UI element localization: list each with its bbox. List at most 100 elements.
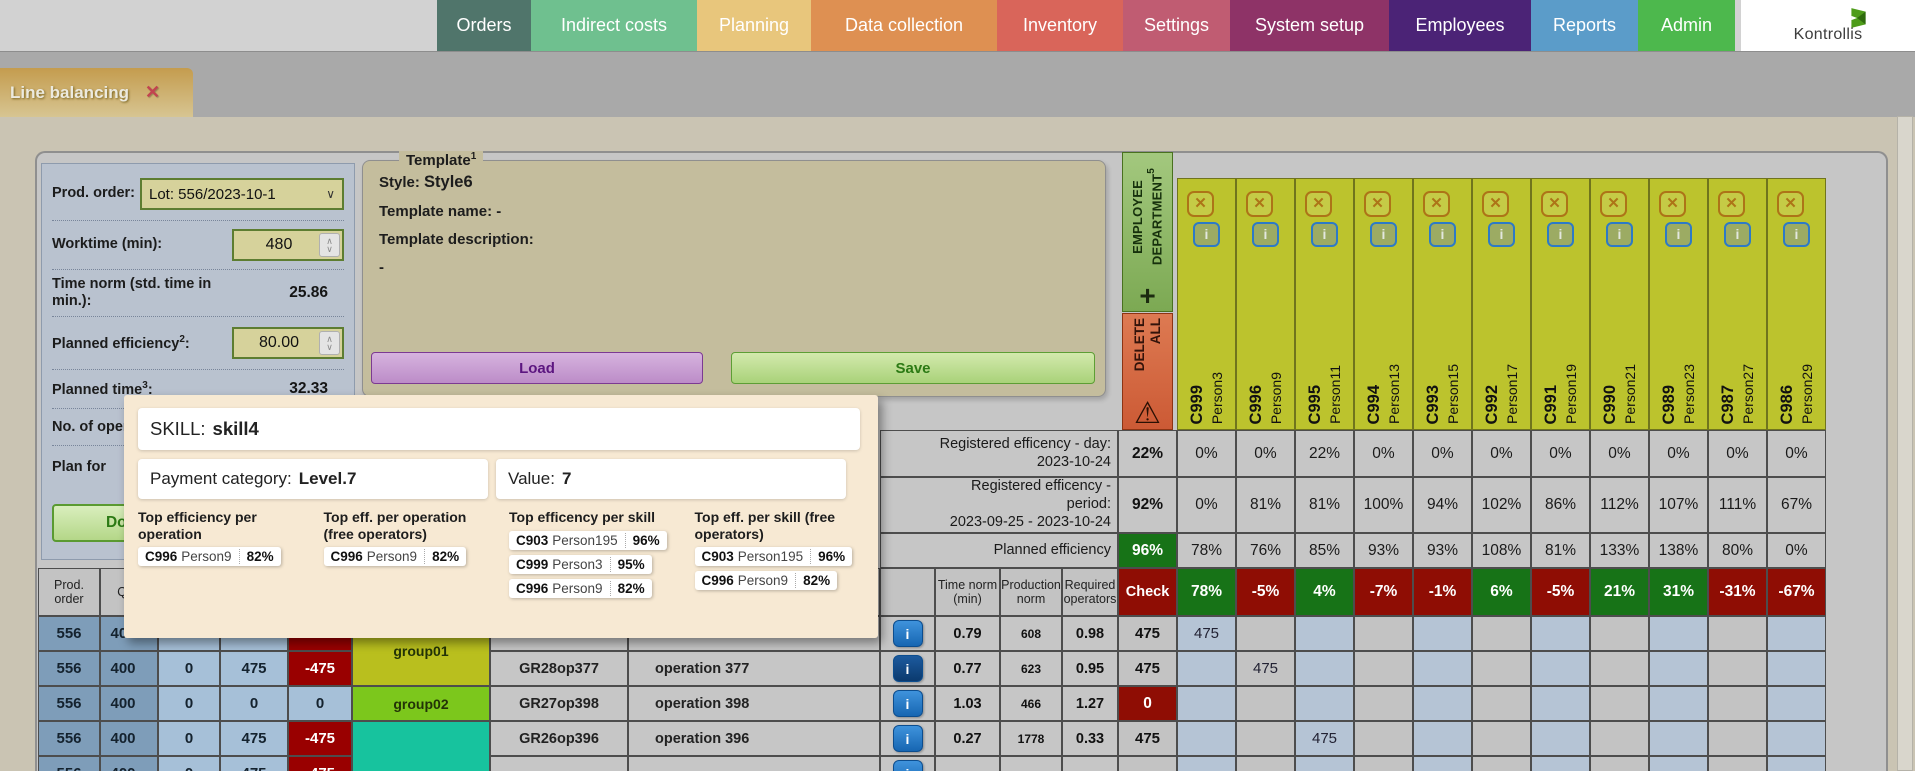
operation-info-button[interactable]: i: [892, 655, 923, 682]
nav-tab-system-setup[interactable]: System setup: [1230, 0, 1389, 51]
nav-tab-orders[interactable]: Orders: [437, 0, 531, 51]
assignment-cell[interactable]: [1354, 721, 1413, 756]
assignment-cell[interactable]: [1354, 651, 1413, 686]
operation-info-button[interactable]: i: [892, 760, 923, 771]
assignment-cell[interactable]: [1708, 686, 1767, 721]
assignment-cell[interactable]: [1177, 686, 1236, 721]
assignment-cell[interactable]: [1767, 651, 1826, 686]
assignment-cell[interactable]: [1708, 651, 1767, 686]
assignment-cell[interactable]: [1177, 651, 1236, 686]
tab-line-balancing[interactable]: Line balancing ✕: [0, 68, 193, 117]
employee-info-icon[interactable]: i: [1783, 222, 1810, 247]
assignment-cell[interactable]: [1413, 651, 1472, 686]
assignment-cell[interactable]: [1531, 686, 1590, 721]
assignment-cell[interactable]: [1472, 651, 1531, 686]
remove-employee-icon[interactable]: ✕: [1423, 191, 1450, 217]
assignment-cell[interactable]: [1767, 686, 1826, 721]
assignment-cell[interactable]: [1649, 686, 1708, 721]
planned-efficiency-input[interactable]: 80.00 ∧ ∨: [232, 327, 344, 360]
assignment-cell[interactable]: [1354, 756, 1413, 771]
page-scrollbar[interactable]: [1897, 116, 1913, 771]
employee-info-icon[interactable]: i: [1606, 222, 1633, 247]
assignment-cell[interactable]: [1708, 616, 1767, 651]
assignment-cell[interactable]: [1649, 721, 1708, 756]
assignment-cell[interactable]: [1236, 616, 1295, 651]
nav-tab-settings[interactable]: Settings: [1123, 0, 1230, 51]
assignment-cell[interactable]: [1236, 686, 1295, 721]
nav-tab-inventory[interactable]: Inventory: [997, 0, 1123, 51]
operation-info-button[interactable]: i: [892, 725, 923, 752]
assignment-cell[interactable]: [1531, 721, 1590, 756]
assignment-cell[interactable]: [1236, 721, 1295, 756]
assignment-cell[interactable]: [1177, 756, 1236, 771]
employee-info-icon[interactable]: i: [1665, 222, 1692, 247]
assignment-cell[interactable]: [1472, 756, 1531, 771]
employee-info-icon[interactable]: i: [1547, 222, 1574, 247]
assignment-cell[interactable]: [1649, 616, 1708, 651]
assignment-cell[interactable]: [1236, 756, 1295, 771]
employee-info-icon[interactable]: i: [1370, 222, 1397, 247]
employee-info-icon[interactable]: i: [1252, 222, 1279, 247]
employee-info-icon[interactable]: i: [1193, 222, 1220, 247]
assignment-cell[interactable]: [1177, 721, 1236, 756]
assignment-cell[interactable]: [1413, 721, 1472, 756]
remove-employee-icon[interactable]: ✕: [1600, 191, 1627, 217]
assignment-cell[interactable]: [1295, 686, 1354, 721]
assignment-cell[interactable]: [1590, 756, 1649, 771]
assignment-cell[interactable]: [1413, 616, 1472, 651]
assignment-cell[interactable]: [1590, 651, 1649, 686]
assignment-cell[interactable]: [1590, 721, 1649, 756]
remove-employee-icon[interactable]: ✕: [1482, 191, 1509, 217]
assignment-cell[interactable]: [1767, 721, 1826, 756]
remove-employee-icon[interactable]: ✕: [1246, 191, 1273, 217]
remove-employee-icon[interactable]: ✕: [1187, 191, 1214, 217]
worktime-stepper[interactable]: ∧ ∨: [319, 233, 340, 257]
employee-info-icon[interactable]: i: [1429, 222, 1456, 247]
planned-efficiency-stepper[interactable]: ∧ ∨: [319, 331, 340, 356]
assignment-cell[interactable]: 475: [1177, 616, 1236, 651]
delete-all-button[interactable]: DELETE ALL ⚠: [1122, 313, 1173, 430]
remove-employee-icon[interactable]: ✕: [1718, 191, 1745, 217]
nav-tab-indirect-costs[interactable]: Indirect costs: [531, 0, 697, 51]
assignment-cell[interactable]: [1767, 616, 1826, 651]
remove-employee-icon[interactable]: ✕: [1777, 191, 1804, 217]
remove-employee-icon[interactable]: ✕: [1364, 191, 1391, 217]
assignment-cell[interactable]: [1531, 756, 1590, 771]
brand-logo[interactable]: Kontrollis: [1741, 0, 1915, 51]
nav-tab-employees[interactable]: Employees: [1389, 0, 1531, 51]
assignment-cell[interactable]: [1295, 651, 1354, 686]
worktime-input[interactable]: 480 ∧ ∨: [232, 229, 344, 261]
assignment-cell[interactable]: [1472, 721, 1531, 756]
assignment-cell[interactable]: [1590, 616, 1649, 651]
employee-info-icon[interactable]: i: [1488, 222, 1515, 247]
assignment-cell[interactable]: [1413, 686, 1472, 721]
assignment-cell[interactable]: [1708, 721, 1767, 756]
assignment-cell[interactable]: [1472, 686, 1531, 721]
assignment-cell[interactable]: 475: [1236, 651, 1295, 686]
nav-tab-reports[interactable]: Reports: [1531, 0, 1638, 51]
employee-info-icon[interactable]: i: [1311, 222, 1338, 247]
tab-close-icon[interactable]: ✕: [145, 82, 160, 103]
save-template-button[interactable]: Save: [731, 352, 1095, 384]
assignment-cell[interactable]: [1472, 616, 1531, 651]
operation-info-button[interactable]: i: [892, 620, 923, 647]
nav-tab-data-collection[interactable]: Data collection: [811, 0, 997, 51]
load-template-button[interactable]: Load: [371, 352, 703, 384]
employee-info-icon[interactable]: i: [1724, 222, 1751, 247]
remove-employee-icon[interactable]: ✕: [1541, 191, 1568, 217]
assignment-cell[interactable]: [1413, 756, 1472, 771]
assignment-cell[interactable]: [1649, 651, 1708, 686]
assignment-cell[interactable]: [1354, 686, 1413, 721]
operation-info-button[interactable]: i: [892, 690, 923, 717]
assignment-cell[interactable]: [1531, 651, 1590, 686]
remove-employee-icon[interactable]: ✕: [1305, 191, 1332, 217]
assignment-cell[interactable]: [1354, 616, 1413, 651]
remove-employee-icon[interactable]: ✕: [1659, 191, 1686, 217]
assignment-cell[interactable]: [1649, 756, 1708, 771]
assignment-cell[interactable]: [1531, 616, 1590, 651]
assignment-cell[interactable]: [1295, 616, 1354, 651]
nav-tab-admin[interactable]: Admin: [1638, 0, 1735, 51]
add-employee-department-button[interactable]: EMPLOYEE DEPARTMENT5 +: [1122, 152, 1173, 312]
assignment-cell[interactable]: [1295, 756, 1354, 771]
prod-order-select[interactable]: Lot: 556/2023-10-1 ∨: [140, 178, 344, 210]
